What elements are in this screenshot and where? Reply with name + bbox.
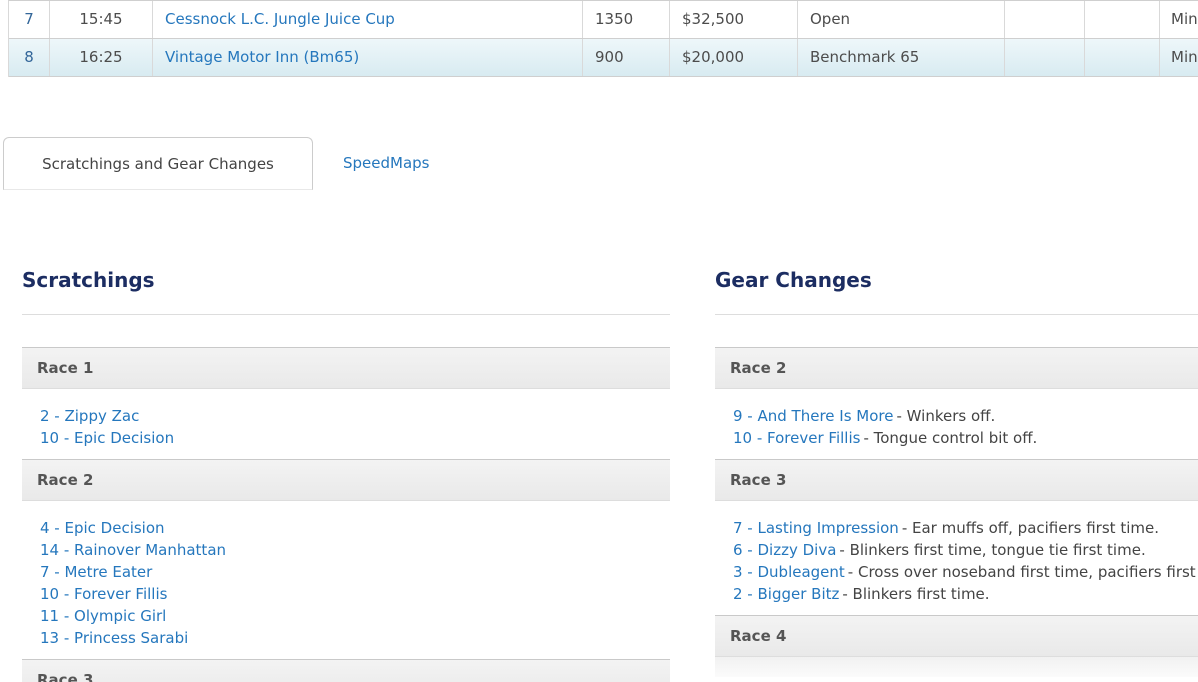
empty-cell [1005,39,1085,76]
gear-changes-race-2-header: Race 2 [715,347,1198,389]
tab-scratchings-and-gear-changes[interactable]: Scratchings and Gear Changes [3,137,313,190]
horse-link[interactable]: 2 - Bigger Bitz [733,585,839,603]
race-distance-cell: 900 [583,39,670,76]
list-item: 7 - Metre Eater [40,561,670,583]
empty-cell [1005,1,1085,38]
race-weight-cell: Min [1160,39,1198,76]
race-time-cell: 15:45 [50,1,153,38]
table-row: 7 15:45 Cessnock L.C. Jungle Juice Cup 1… [9,1,1198,39]
gear-changes-race-3-header: Race 3 [715,459,1198,501]
horse-link[interactable]: 7 - Lasting Impression [733,519,899,537]
horse-link[interactable]: 3 - Dubleagent [733,563,845,581]
list-item: 9 - And There Is More- Winkers off. [733,405,1198,427]
table-row-highlighted: 8 16:25 Vintage Motor Inn (Bm65) 900 $20… [9,39,1198,77]
scratchings-heading: Scratchings [22,268,670,292]
scratchings-column: Scratchings Race 1 2 - Zippy Zac 10 - Ep… [22,268,670,682]
race-name-link[interactable]: Cessnock L.C. Jungle Juice Cup [165,10,395,28]
horse-link[interactable]: 10 - Forever Fillis [733,429,860,447]
gear-changes-column: Gear Changes Race 2 9 - And There Is Mor… [715,268,1198,677]
gear-note: - Tongue control bit off. [863,429,1037,447]
empty-cell [1085,1,1160,38]
race-distance-cell: 1350 [583,1,670,38]
race-prize-cell: $32,500 [670,1,798,38]
race-name-cell: Cessnock L.C. Jungle Juice Cup [153,1,583,38]
gear-note: - Blinkers first time. [842,585,989,603]
race-number-cell: 8 [9,39,50,76]
gear-note: - Winkers off. [896,407,995,425]
gear-changes-heading: Gear Changes [715,268,1198,292]
gear-note: - Ear muffs off, pacifiers first time. [902,519,1159,537]
scratchings-race-1-items: 2 - Zippy Zac 10 - Epic Decision [22,389,670,459]
horse-link[interactable]: 6 - Dizzy Diva [733,541,836,559]
race-time-cell: 16:25 [50,39,153,76]
race-name-link[interactable]: Vintage Motor Inn (Bm65) [165,48,359,66]
gear-note: - Blinkers first time, tongue tie first … [839,541,1145,559]
page: 7 15:45 Cessnock L.C. Jungle Juice Cup 1… [0,0,1198,682]
list-item: 2 - Zippy Zac [40,405,670,427]
horse-link[interactable]: 7 - Metre Eater [40,563,152,581]
race-weight-cell: Min [1160,1,1198,38]
horse-link[interactable]: 14 - Rainover Manhattan [40,541,226,559]
section-fade [715,657,1198,677]
horse-link[interactable]: 2 - Zippy Zac [40,407,139,425]
horse-link[interactable]: 10 - Forever Fillis [40,585,167,603]
gear-note: - Cross over noseband first time, pacifi… [848,563,1198,581]
race-prize-cell: $20,000 [670,39,798,76]
list-item: 10 - Forever Fillis- Tongue control bit … [733,427,1198,449]
list-item: 3 - Dubleagent- Cross over noseband firs… [733,561,1198,583]
scratchings-race-1-header: Race 1 [22,347,670,389]
gear-changes-race-4-header: Race 4 [715,615,1198,657]
scratchings-race-2-header: Race 2 [22,459,670,501]
list-item: 10 - Forever Fillis [40,583,670,605]
horse-link[interactable]: 10 - Epic Decision [40,429,174,447]
list-item: 11 - Olympic Girl [40,605,670,627]
scratchings-race-3-header: Race 3 [22,659,670,682]
divider [22,314,670,315]
list-item: 10 - Epic Decision [40,427,670,449]
gear-changes-race-2-items: 9 - And There Is More- Winkers off. 10 -… [715,389,1198,459]
race-list-table: 7 15:45 Cessnock L.C. Jungle Juice Cup 1… [8,0,1198,77]
list-item: 4 - Epic Decision [40,517,670,539]
race-class-cell: Benchmark 65 [798,39,1005,76]
horse-link[interactable]: 11 - Olympic Girl [40,607,166,625]
list-item: 6 - Dizzy Diva- Blinkers first time, ton… [733,539,1198,561]
tab-speedmaps[interactable]: SpeedMaps [343,137,430,190]
scratchings-race-2-items: 4 - Epic Decision 14 - Rainover Manhatta… [22,501,670,659]
race-number-cell: 7 [9,1,50,38]
divider [715,314,1198,315]
empty-cell [1085,39,1160,76]
list-item: 13 - Princess Sarabi [40,627,670,649]
horse-link[interactable]: 13 - Princess Sarabi [40,629,188,647]
race-name-cell: Vintage Motor Inn (Bm65) [153,39,583,76]
horse-link[interactable]: 4 - Epic Decision [40,519,165,537]
list-item: 7 - Lasting Impression- Ear muffs off, p… [733,517,1198,539]
list-item: 2 - Bigger Bitz- Blinkers first time. [733,583,1198,605]
race-class-cell: Open [798,1,1005,38]
list-item: 14 - Rainover Manhattan [40,539,670,561]
gear-changes-race-3-items: 7 - Lasting Impression- Ear muffs off, p… [715,501,1198,615]
horse-link[interactable]: 9 - And There Is More [733,407,893,425]
